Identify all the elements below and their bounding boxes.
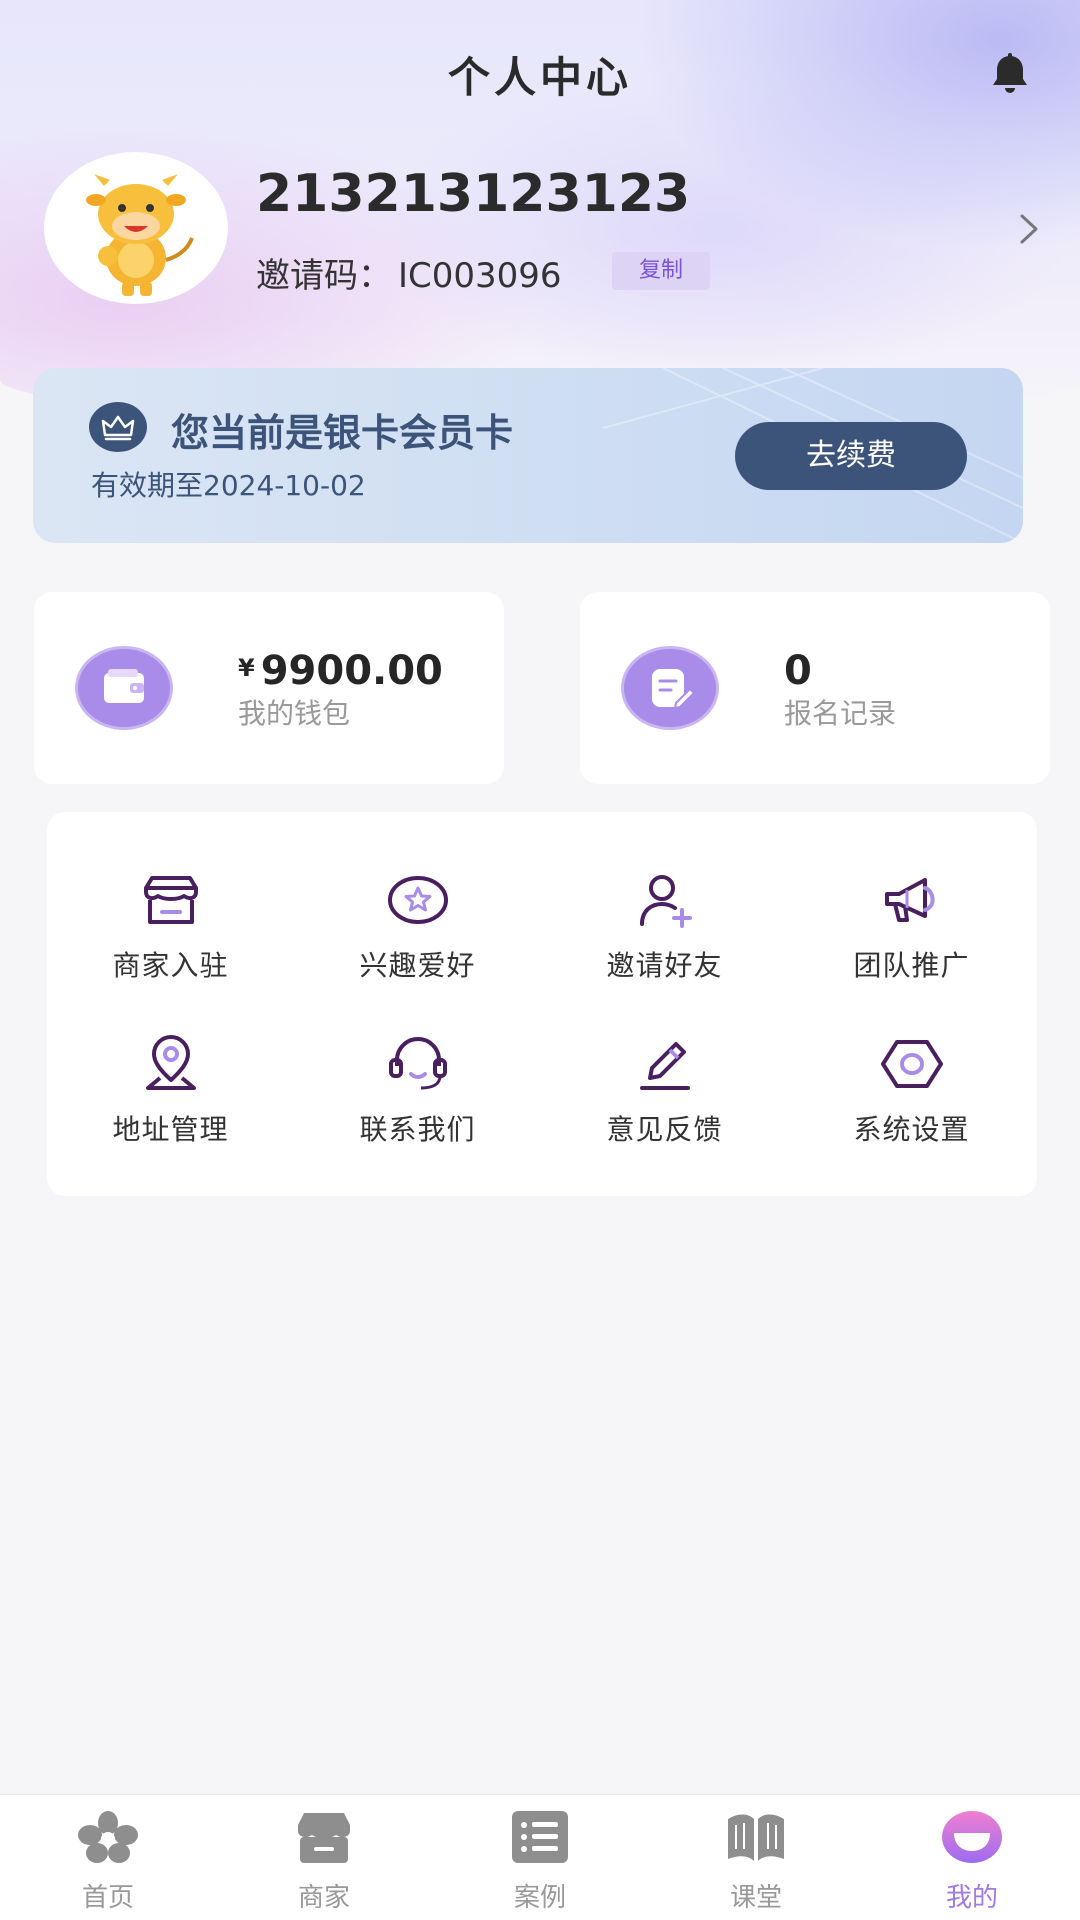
currency-symbol: ¥ — [238, 654, 255, 682]
menu-label: 系统设置 — [853, 1113, 970, 1146]
function-menu: 商家入驻 兴趣爱好 邀请好友 团队推广 地址管理 联系我们 意见反馈 系统设置 — [47, 812, 1037, 1196]
wallet-icon-badge — [78, 649, 170, 727]
membership-card: 您当前是银卡会员卡 有效期至2024-10-02 去续费 — [33, 368, 1023, 543]
menu-item-invite-friends[interactable]: 邀请好友 — [541, 870, 788, 1020]
menu-label: 地址管理 — [112, 1113, 229, 1146]
menu-label: 兴趣爱好 — [359, 949, 476, 982]
menu-label: 联系我们 — [359, 1113, 476, 1146]
tab-classroom[interactable]: 课堂 — [648, 1809, 864, 1919]
wallet-card[interactable]: ¥9900.00 我的钱包 — [34, 592, 504, 784]
invite-code-row: 邀请码： IC003096 — [256, 248, 562, 297]
tab-label: 案例 — [513, 1883, 566, 1913]
wallet-amount: 9900.00 — [260, 648, 443, 694]
tab-label: 课堂 — [729, 1883, 782, 1913]
book-icon — [728, 1814, 784, 1861]
store-icon — [143, 876, 198, 924]
menu-label: 商家入驻 — [112, 949, 229, 982]
tab-home[interactable]: 首页 — [0, 1809, 216, 1919]
tab-label: 首页 — [81, 1883, 134, 1913]
menu-item-address-management[interactable]: 地址管理 — [47, 1034, 294, 1184]
bell-icon[interactable] — [986, 50, 1034, 98]
crown-icon — [101, 415, 135, 441]
tab-cases[interactable]: 案例 — [432, 1809, 648, 1919]
wallet-icon — [104, 669, 144, 703]
menu-item-contact-us[interactable]: 联系我们 — [294, 1034, 541, 1184]
menu-item-team-promotion[interactable]: 团队推广 — [788, 870, 1035, 1020]
membership-title: 您当前是银卡会员卡 — [171, 411, 514, 455]
menu-item-hobbies[interactable]: 兴趣爱好 — [294, 870, 541, 1020]
edit-note-icon-badge — [624, 649, 716, 727]
flower-icon — [78, 1811, 138, 1863]
list-icon — [512, 1811, 568, 1863]
megaphone-icon — [884, 878, 934, 922]
edit-note-icon — [652, 669, 696, 710]
menu-label: 团队推广 — [853, 949, 970, 982]
menu-label: 邀请好友 — [606, 949, 723, 982]
headset-icon — [388, 1037, 447, 1090]
add-user-icon — [639, 875, 692, 928]
crown-badge — [89, 402, 147, 452]
tab-label: 我的 — [945, 1883, 998, 1913]
signup-label: 报名记录 — [784, 697, 897, 730]
bottom-tab-bar: 首页 商家 案例 课堂 我的 — [0, 1794, 1080, 1920]
shop-icon — [298, 1813, 350, 1863]
wallet-balance: ¥9900.00 — [238, 648, 443, 694]
signup-count: 0 — [784, 648, 812, 694]
pencil-icon — [639, 1042, 690, 1090]
avatar[interactable] — [44, 152, 228, 304]
wallet-label: 我的钱包 — [238, 697, 351, 730]
membership-expire: 有效期至2024-10-02 — [91, 469, 366, 502]
hexagon-settings-icon — [880, 1040, 943, 1088]
star-badge-icon — [387, 876, 448, 924]
tab-label: 商家 — [297, 1883, 350, 1913]
signup-record-card[interactable]: 0 报名记录 — [580, 592, 1050, 784]
profile-icon — [942, 1811, 1002, 1863]
tab-merchants[interactable]: 商家 — [216, 1809, 432, 1919]
menu-label: 意见反馈 — [606, 1113, 723, 1146]
copy-button[interactable]: 复制 — [612, 252, 710, 290]
invite-label: 邀请码： — [256, 256, 392, 296]
menu-item-merchant-join[interactable]: 商家入驻 — [47, 870, 294, 1020]
tab-mine[interactable]: 我的 — [864, 1809, 1080, 1919]
cow-mascot-avatar — [86, 174, 194, 296]
page-title: 个人中心 — [447, 53, 632, 102]
menu-item-feedback[interactable]: 意见反馈 — [541, 1034, 788, 1184]
menu-item-system-settings[interactable]: 系统设置 — [788, 1034, 1035, 1184]
chevron-right-icon[interactable] — [1012, 212, 1046, 246]
username: 213213123123 — [256, 164, 691, 224]
renew-button[interactable]: 去续费 — [735, 422, 967, 490]
location-pin-icon — [145, 1035, 196, 1090]
invite-code: IC003096 — [398, 256, 562, 296]
